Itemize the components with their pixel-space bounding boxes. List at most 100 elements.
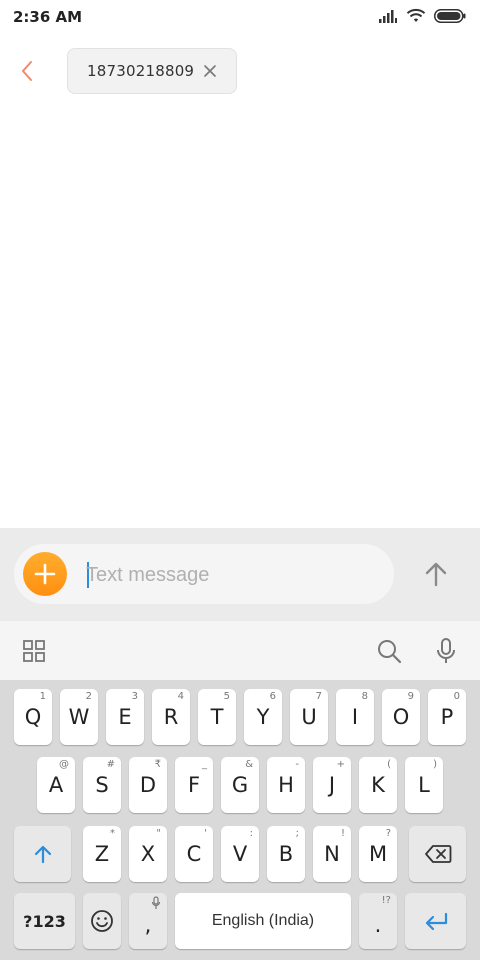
key-j[interactable]: + J	[313, 757, 351, 813]
message-input[interactable]	[86, 560, 366, 590]
key-r[interactable]: 4R	[152, 689, 190, 745]
key-a[interactable]: @ A	[37, 757, 75, 813]
status-bar: 2:36 AM	[0, 0, 480, 34]
messaging-compose-screen: 2:36 AM 18730218809 Text message 1 Q 2 W…	[0, 0, 480, 960]
battery-icon	[434, 9, 466, 23]
symbols-key[interactable]: ?123	[14, 893, 75, 949]
key-label: F	[187, 773, 201, 797]
attach-button[interactable]	[23, 552, 67, 596]
key-q[interactable]: 1Q	[14, 689, 52, 745]
key-o[interactable]: 9O	[382, 689, 420, 745]
shift-key[interactable]	[14, 826, 71, 882]
key-m[interactable]: ? M	[359, 826, 397, 882]
key-label: O	[392, 705, 410, 729]
plus-icon	[34, 563, 56, 585]
key-label: N	[324, 842, 340, 866]
send-button[interactable]	[414, 554, 458, 594]
key-b[interactable]: ; B	[267, 826, 305, 882]
recipient-chip[interactable]: 18730218809	[67, 48, 237, 94]
key-hint: (	[387, 759, 391, 770]
key-label: Z	[94, 842, 110, 866]
key-label: H	[278, 773, 294, 797]
period-key[interactable]: !? .	[359, 893, 397, 949]
period-label: .	[374, 913, 382, 937]
key-label: E	[118, 705, 132, 729]
key-label: R	[163, 705, 179, 729]
search-icon[interactable]	[376, 638, 402, 664]
shift-arrow-icon	[34, 845, 51, 864]
key-z[interactable]: * Z	[83, 826, 121, 882]
key-v[interactable]: :V	[221, 826, 259, 882]
symbols-key-label: ?123	[23, 911, 66, 931]
key-g[interactable]: & G	[221, 757, 259, 813]
key-label: S	[95, 773, 109, 797]
key-hint: 4	[177, 691, 184, 702]
key-x[interactable]: " X	[129, 826, 167, 882]
key-hint: 5	[223, 691, 230, 702]
key-hint: #	[106, 759, 115, 770]
key-u[interactable]: 7U	[290, 689, 328, 745]
key-h[interactable]: -H	[267, 757, 305, 813]
key-label: P	[440, 705, 454, 729]
key-hint: ?	[385, 828, 391, 839]
key-hint: &	[245, 759, 253, 770]
key-hint: _	[202, 759, 207, 770]
close-icon[interactable]	[202, 63, 218, 79]
key-label: Q	[24, 705, 42, 729]
key-l[interactable]: ) L	[405, 757, 443, 813]
key-c[interactable]: ' C	[175, 826, 213, 882]
key-label: U	[301, 705, 317, 729]
key-f[interactable]: _ F	[175, 757, 213, 813]
status-time: 2:36 AM	[13, 8, 83, 26]
key-hint: :	[249, 828, 253, 839]
key-label: D	[139, 773, 157, 797]
key-w[interactable]: 2W	[60, 689, 98, 745]
key-hint: ;	[295, 828, 299, 839]
enter-key[interactable]	[405, 893, 466, 949]
key-hint: 2	[85, 691, 92, 702]
key-d[interactable]: ₹ D	[129, 757, 167, 813]
recipient-number: 18730218809	[87, 62, 195, 80]
period-key-hint: !?	[381, 895, 391, 906]
key-hint: 7	[315, 691, 322, 702]
comma-key[interactable]: ,	[129, 893, 167, 949]
key-label: J	[328, 773, 336, 797]
keyboard-toolbar	[0, 620, 480, 680]
chevron-left-icon	[21, 61, 32, 81]
key-p[interactable]: 0P	[428, 689, 466, 745]
key-e[interactable]: 3E	[106, 689, 144, 745]
space-key-label: English (India)	[211, 912, 315, 929]
key-label: B	[278, 842, 294, 866]
key-hint: 3	[131, 691, 138, 702]
key-t[interactable]: 5T	[198, 689, 236, 745]
key-n[interactable]: ! N	[313, 826, 351, 882]
arrow-up-icon	[425, 562, 447, 587]
key-label: C	[186, 842, 202, 866]
comma-label: ,	[144, 913, 152, 937]
key-hint: '	[204, 828, 207, 839]
microphone-icon[interactable]	[434, 637, 458, 665]
key-label: V	[232, 842, 248, 866]
key-label: Y	[256, 705, 270, 729]
emoji-key[interactable]	[83, 893, 121, 949]
back-button[interactable]	[12, 54, 42, 88]
compose-field[interactable]	[14, 544, 394, 604]
key-label: I	[351, 705, 359, 729]
smiley-icon	[91, 910, 113, 932]
space-key[interactable]: English (India)	[175, 893, 351, 949]
apps-grid-icon[interactable]	[22, 639, 46, 663]
key-s[interactable]: # S	[83, 757, 121, 813]
key-hint: -	[295, 759, 299, 770]
key-hint: )	[433, 759, 437, 770]
key-y[interactable]: 6Y	[244, 689, 282, 745]
key-i[interactable]: 8I	[336, 689, 374, 745]
backspace-key[interactable]	[409, 826, 466, 882]
wifi-icon	[406, 8, 426, 22]
key-label: M	[368, 842, 388, 866]
key-label: L	[418, 773, 430, 797]
key-label: A	[48, 773, 64, 797]
small-mic-icon	[151, 896, 161, 909]
backspace-icon	[424, 845, 451, 863]
key-label: G	[231, 773, 249, 797]
key-k[interactable]: (K	[359, 757, 397, 813]
